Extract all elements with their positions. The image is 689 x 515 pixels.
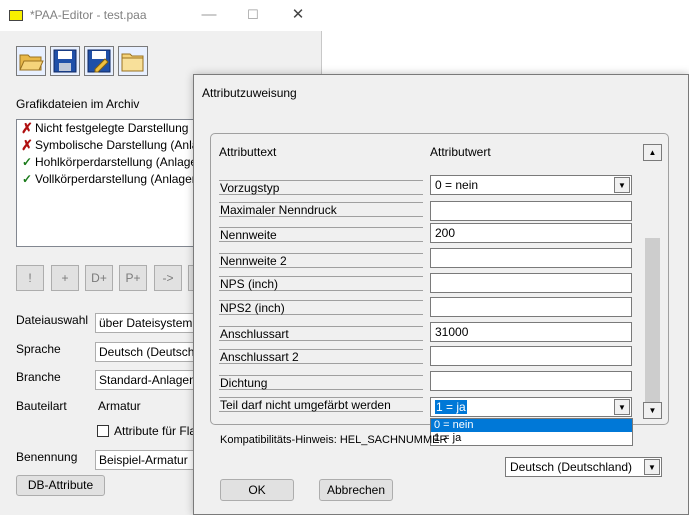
- cancel-button[interactable]: Abbrechen: [319, 479, 393, 501]
- main-titlebar: *PAA-Editor - test.paa — ☐ ✕: [0, 0, 322, 31]
- attr-label: NPS (inch): [219, 276, 423, 291]
- save-as-button[interactable]: [84, 46, 114, 76]
- sprache-label: Sprache: [16, 342, 61, 356]
- app-icon: [9, 10, 23, 21]
- attr-label: Dichtung: [219, 375, 423, 390]
- attributes-checkbox[interactable]: [97, 425, 109, 437]
- save-button[interactable]: [50, 46, 80, 76]
- attr-input[interactable]: [430, 297, 632, 317]
- checkbox-label: Attribute für Flar: [114, 424, 201, 438]
- list-item[interactable]: ✓ Vollkörperdarstellung (Anlagenba: [17, 171, 221, 188]
- open-folder-icon: [19, 54, 44, 71]
- dropdown-option[interactable]: 1 = ja: [431, 432, 632, 445]
- attr-input[interactable]: [430, 201, 632, 221]
- minimize-icon[interactable]: —: [194, 5, 224, 25]
- recolor-select[interactable]: 1 = ja ▼: [430, 397, 632, 417]
- col-header-value: Attributwert: [430, 145, 491, 159]
- list-item[interactable]: ✓ Hohlkörperdarstellung (Anlagenb: [17, 154, 221, 171]
- ok-button[interactable]: OK: [220, 479, 294, 501]
- add-button[interactable]: +: [51, 265, 79, 291]
- attr-input[interactable]: [430, 346, 632, 366]
- dateiauswahl-label: Dateiauswahl: [16, 313, 89, 327]
- dropdown-list[interactable]: 0 = nein 1 = ja: [430, 418, 633, 446]
- checkmark-icon: ✓: [21, 172, 33, 186]
- open-folder-button[interactable]: [16, 46, 46, 76]
- list-item[interactable]: ✗ Nicht festgelegte Darstellung: [17, 120, 221, 137]
- chevron-down-icon[interactable]: ▼: [614, 399, 630, 415]
- benennung-label: Benennung: [16, 450, 78, 464]
- vorzugstyp-select[interactable]: 0 = nein ▼: [430, 175, 632, 195]
- chevron-down-icon[interactable]: ▼: [614, 177, 630, 193]
- close-icon[interactable]: ✕: [283, 5, 313, 25]
- attribute-dialog: Attributzuweisung Attributtext Attributw…: [193, 74, 689, 515]
- dropdown-option[interactable]: 0 = nein: [431, 419, 632, 432]
- save-as-icon: [87, 49, 111, 73]
- move-button[interactable]: ->: [154, 265, 182, 291]
- col-header-text: Attributtext: [219, 145, 277, 159]
- attr-input[interactable]: [430, 273, 632, 293]
- attr-label: Vorzugstyp: [219, 180, 423, 195]
- folder-icon: [121, 53, 144, 72]
- chevron-down-icon[interactable]: ▼: [644, 459, 660, 475]
- compatibility-hint: Kompatibilitäts-Hinweis: HEL_SACHNUMMER: [220, 434, 448, 446]
- maximize-icon[interactable]: ☐: [238, 5, 268, 25]
- attr-label: Anschlussart 2: [219, 349, 423, 364]
- attr-label: Anschlussart: [219, 326, 423, 341]
- file-list[interactable]: ✗ Nicht festgelegte Darstellung ✗ Symbol…: [16, 119, 222, 247]
- attr-input[interactable]: [430, 371, 632, 391]
- archive-files-label: Grafikdateien im Archiv: [16, 97, 140, 111]
- list-item[interactable]: ✗ Symbolische Darstellung (Anlagen: [17, 137, 221, 154]
- db-attribute-button[interactable]: DB-Attribute: [16, 475, 105, 496]
- checkmark-icon: ✓: [21, 155, 33, 169]
- scroll-thumb[interactable]: [645, 238, 660, 402]
- bauteilart-label: Bauteilart: [16, 399, 67, 413]
- floppy-disk-icon: [53, 49, 77, 73]
- attr-input[interactable]: 200: [430, 223, 632, 243]
- branche-label: Branche: [16, 370, 61, 384]
- exclamation-button[interactable]: !: [16, 265, 44, 291]
- vertical-scrollbar[interactable]: ▲ ▼: [642, 141, 663, 419]
- attr-input[interactable]: [430, 248, 632, 268]
- scroll-up-icon[interactable]: ▲: [643, 144, 662, 161]
- language-select[interactable]: Deutsch (Deutschland) ▼: [505, 457, 662, 477]
- attr-label: Nennweite: [219, 227, 423, 242]
- red-x-icon: ✗: [21, 120, 33, 136]
- scroll-down-icon[interactable]: ▼: [643, 402, 662, 419]
- attr-label: NPS2 (inch): [219, 300, 423, 315]
- dialog-title: Attributzuweisung: [202, 86, 297, 100]
- attr-label: Maximaler Nenndruck: [219, 202, 423, 217]
- attr-input[interactable]: 31000: [430, 322, 632, 342]
- folder-button[interactable]: [118, 46, 148, 76]
- add-d-button[interactable]: D+: [85, 265, 113, 291]
- window-title: *PAA-Editor - test.paa: [30, 8, 147, 22]
- attr-label: Nennweite 2: [219, 253, 423, 268]
- add-p-button[interactable]: P+: [119, 265, 147, 291]
- red-x-icon: ✗: [21, 137, 33, 153]
- attr-label: Teil darf nicht umgefärbt werden: [219, 397, 423, 412]
